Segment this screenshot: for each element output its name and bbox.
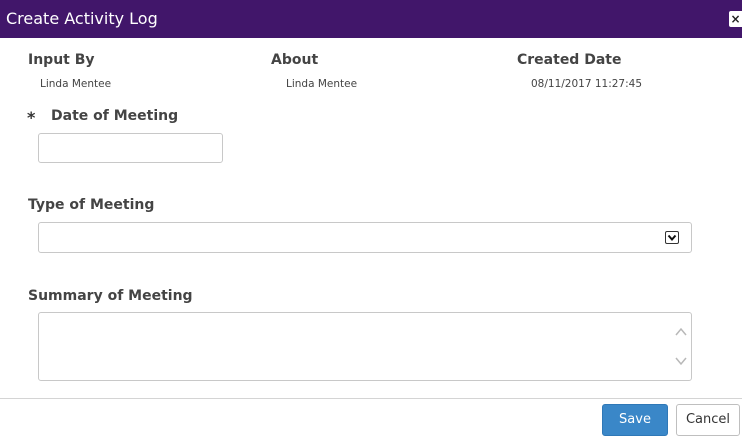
date-of-meeting-label: Date of Meeting: [51, 108, 179, 124]
about-value: Linda Mentee: [286, 78, 358, 90]
type-of-meeting-select[interactable]: [38, 222, 692, 253]
summary-of-meeting-textarea[interactable]: [38, 312, 692, 381]
created-date-value: 08/11/2017 11:27:45: [531, 78, 643, 90]
create-activity-log-dialog: Create Activity Log × Input By Linda Men…: [0, 0, 742, 437]
dialog-titlebar: Create Activity Log ×: [0, 0, 742, 38]
required-marker: *: [27, 108, 36, 127]
input-by-value: Linda Mentee: [40, 78, 112, 90]
about-label: About: [271, 52, 319, 68]
created-date-label: Created Date: [517, 52, 622, 68]
chevron-down-icon[interactable]: [665, 231, 679, 244]
chevron-down-icon[interactable]: [674, 355, 688, 367]
input-by-label: Input By: [28, 52, 95, 68]
close-button[interactable]: ×: [729, 11, 742, 27]
close-icon: ×: [730, 12, 741, 26]
date-of-meeting-input[interactable]: [38, 133, 223, 163]
footer-divider: [0, 398, 742, 399]
chevron-up-icon[interactable]: [674, 326, 688, 338]
summary-of-meeting-label: Summary of Meeting: [28, 288, 193, 304]
save-button[interactable]: Save: [602, 404, 668, 436]
type-of-meeting-label: Type of Meeting: [28, 197, 155, 213]
dialog-title: Create Activity Log: [6, 9, 158, 28]
cancel-button[interactable]: Cancel: [676, 404, 740, 436]
